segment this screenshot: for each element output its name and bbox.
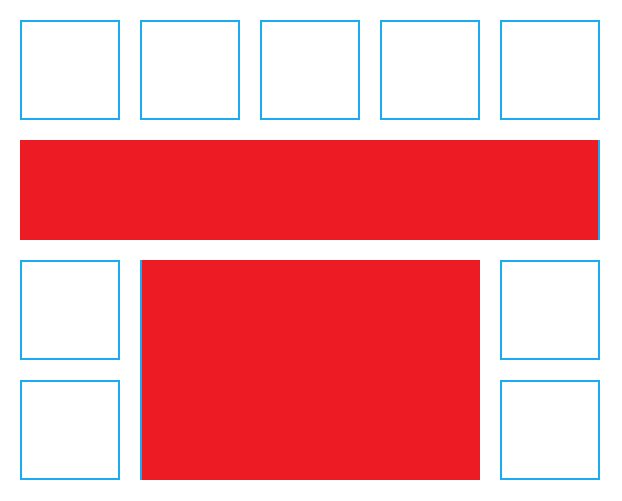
empty-cell-r3-c5 <box>500 260 600 360</box>
empty-cell-r1-c4 <box>380 20 480 120</box>
red-block-wide <box>20 140 600 240</box>
empty-cell-r1-c1 <box>20 20 120 120</box>
empty-cell-r4-c1 <box>20 380 120 480</box>
empty-cell-r1-c3 <box>260 20 360 120</box>
red-block-large <box>140 260 480 480</box>
empty-cell-r4-c5 <box>500 380 600 480</box>
grid-canvas <box>0 0 622 501</box>
empty-cell-r3-c1 <box>20 260 120 360</box>
empty-cell-r1-c2 <box>140 20 240 120</box>
empty-cell-r1-c5 <box>500 20 600 120</box>
